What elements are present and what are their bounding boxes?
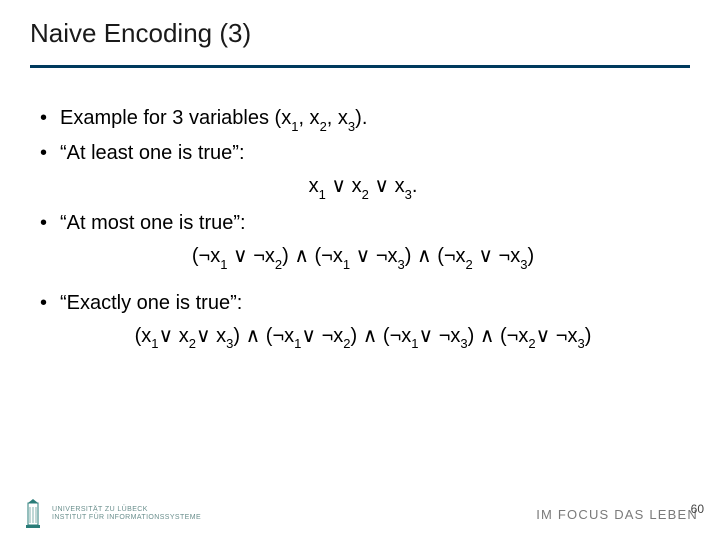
text: (¬x	[192, 245, 220, 267]
subscript: 3	[226, 336, 233, 351]
formula-at-most-one: (¬x1 ∨ ¬x2) ∧ (¬x1 ∨ ¬x3) ∧ (¬x2 ∨ ¬x3)	[36, 242, 690, 273]
text: ∨ x	[369, 175, 405, 197]
text: (x	[135, 325, 152, 347]
text: ∨ ¬x	[227, 245, 274, 267]
subscript: 2	[275, 257, 282, 272]
bullet-list: Example for 3 variables (x1, x2, x3). “A…	[36, 104, 690, 168]
bullet-3: “At most one is true”:	[36, 209, 690, 238]
uni-line1: UNIVERSITÄT ZU LÜBECK	[52, 506, 201, 514]
text: ∨ x	[196, 325, 226, 347]
subscript: 1	[220, 257, 227, 272]
text: x	[309, 175, 319, 197]
text: , x	[298, 107, 319, 129]
subscript: 2	[320, 119, 327, 134]
subscript: 2	[528, 336, 535, 351]
university-text: UNIVERSITÄT ZU LÜBECK INSTITUT FÜR INFOR…	[52, 506, 201, 521]
subscript: 1	[151, 336, 158, 351]
text: ∨ ¬x	[473, 245, 520, 267]
subscript: 3	[348, 119, 355, 134]
subscript: 2	[466, 257, 473, 272]
text: “At most one is true”:	[60, 212, 246, 234]
text: “Exactly one is true”:	[60, 292, 242, 314]
text: .	[412, 175, 418, 197]
subscript: 3	[577, 336, 584, 351]
bullet-4: “Exactly one is true”:	[36, 289, 690, 318]
text: )	[527, 245, 534, 267]
slide-content: Example for 3 variables (x1, x2, x3). “A…	[30, 104, 690, 352]
text: ) ∧ (¬x	[233, 325, 294, 347]
text: ) ∧ (¬x	[282, 245, 343, 267]
bullet-2: “At least one is true”:	[36, 139, 690, 168]
text: )	[585, 325, 592, 347]
tower-icon	[22, 499, 44, 529]
subscript: 1	[319, 187, 326, 202]
subscript: 2	[343, 336, 350, 351]
subscript: 2	[362, 187, 369, 202]
subscript: 3	[520, 257, 527, 272]
university-logo: UNIVERSITÄT ZU LÜBECK INSTITUT FÜR INFOR…	[22, 499, 201, 529]
page-number: 60	[691, 502, 704, 516]
subscript: 1	[411, 336, 418, 351]
bullet-list: “At most one is true”:	[36, 209, 690, 238]
text: ) ∧ (¬x	[351, 325, 412, 347]
text: ∨ ¬x	[419, 325, 461, 347]
bullet-1: Example for 3 variables (x1, x2, x3).	[36, 104, 690, 135]
text: , x	[327, 107, 348, 129]
slide: Naive Encoding (3) Example for 3 variabl…	[0, 0, 720, 540]
uni-line2: INSTITUT FÜR INFORMATIONSSYSTEME	[52, 514, 201, 522]
formula-at-least-one: x1 ∨ x2 ∨ x3.	[36, 172, 690, 203]
title-rule	[30, 65, 690, 68]
text: ∨ x	[326, 175, 362, 197]
subscript: 1	[291, 119, 298, 134]
subscript: 1	[343, 257, 350, 272]
footer: UNIVERSITÄT ZU LÜBECK INSTITUT FÜR INFOR…	[0, 494, 720, 540]
text: ).	[355, 107, 367, 129]
subscript: 1	[294, 336, 301, 351]
subscript: 2	[189, 336, 196, 351]
text: Example for 3 variables (x	[60, 107, 291, 129]
formula-exactly-one: (x1∨ x2∨ x3) ∧ (¬x1∨ ¬x2) ∧ (¬x1∨ ¬x3) ∧…	[36, 322, 690, 353]
text: ∨ x	[159, 325, 189, 347]
subscript: 3	[405, 187, 412, 202]
text: ) ∧ (¬x	[468, 325, 529, 347]
text: “At least one is true”:	[60, 142, 245, 164]
tagline: IM FOCUS DAS LEBEN	[536, 507, 698, 522]
text: ∨ ¬x	[350, 245, 397, 267]
slide-title: Naive Encoding (3)	[30, 18, 690, 59]
subscript: 3	[398, 257, 405, 272]
bullet-list: “Exactly one is true”:	[36, 289, 690, 318]
text: ∨ ¬x	[536, 325, 578, 347]
subscript: 3	[460, 336, 467, 351]
text: ) ∧ (¬x	[405, 245, 466, 267]
text: ∨ ¬x	[301, 325, 343, 347]
